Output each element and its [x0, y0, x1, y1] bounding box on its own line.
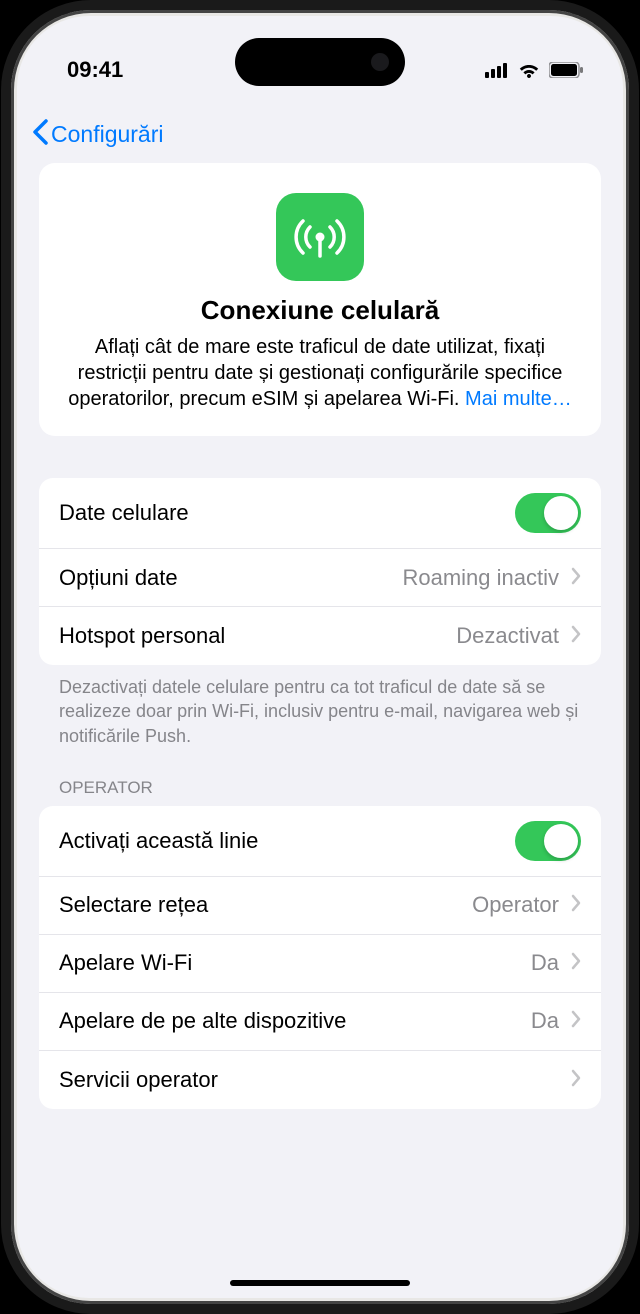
- wifi-icon: [517, 61, 541, 79]
- group1-footer: Dezactivați datele celulare pentru ca to…: [39, 665, 601, 778]
- chevron-right-icon: [571, 892, 581, 918]
- camera-dot: [371, 53, 389, 71]
- hotspot-label: Hotspot personal: [59, 623, 456, 649]
- screen: 09:41 Configurări: [17, 16, 623, 1298]
- carrier-services-label: Servicii operator: [59, 1067, 559, 1093]
- chevron-right-icon: [571, 950, 581, 976]
- cellular-signal-icon: [485, 62, 509, 78]
- status-icons: [485, 61, 583, 79]
- wifi-calling-row[interactable]: Apelare Wi-Fi Da: [39, 935, 601, 993]
- toggle-knob: [544, 824, 578, 858]
- content-area: Configurări Conexi: [17, 16, 623, 1298]
- hero-title: Conexiune celulară: [63, 295, 577, 326]
- cellular-data-toggle[interactable]: [515, 493, 581, 533]
- settings-group-operator: Activați această linie Selectare rețea O…: [39, 806, 601, 1109]
- home-indicator[interactable]: [230, 1280, 410, 1286]
- network-selection-label: Selectare rețea: [59, 892, 472, 918]
- hotspot-value: Dezactivat: [456, 623, 559, 649]
- chevron-right-icon: [571, 623, 581, 649]
- wifi-calling-value: Da: [531, 950, 559, 976]
- other-devices-value: Da: [531, 1008, 559, 1034]
- back-label: Configurări: [51, 121, 164, 148]
- carrier-services-row[interactable]: Servicii operator: [39, 1051, 601, 1109]
- battery-icon: [549, 62, 583, 78]
- chevron-right-icon: [571, 1008, 581, 1034]
- chevron-right-icon: [571, 1067, 581, 1093]
- other-devices-label: Apelare de pe alte dispozitive: [59, 1008, 531, 1034]
- toggle-knob: [544, 496, 578, 530]
- learn-more-link[interactable]: Mai multe…: [465, 388, 572, 410]
- hotspot-row[interactable]: Hotspot personal Dezactivat: [39, 607, 601, 665]
- activate-line-row[interactable]: Activați această linie: [39, 806, 601, 877]
- operator-section-header: OPERATOR: [39, 778, 601, 806]
- cellular-data-label: Date celulare: [59, 500, 515, 526]
- navigation-bar: Configurări: [17, 110, 623, 163]
- other-devices-row[interactable]: Apelare de pe alte dispozitive Da: [39, 993, 601, 1051]
- data-options-label: Opțiuni date: [59, 565, 402, 591]
- data-options-row[interactable]: Opțiuni date Roaming inactiv: [39, 549, 601, 607]
- wifi-calling-label: Apelare Wi-Fi: [59, 950, 531, 976]
- status-time: 09:41: [67, 57, 123, 83]
- cellular-icon: [276, 193, 364, 281]
- hero-description: Aflați cât de mare este traficul de date…: [63, 334, 577, 412]
- hero-card: Conexiune celulară Aflați cât de mare es…: [39, 163, 601, 436]
- chevron-right-icon: [571, 565, 581, 591]
- activate-line-toggle[interactable]: [515, 821, 581, 861]
- network-selection-row[interactable]: Selectare rețea Operator: [39, 877, 601, 935]
- phone-frame: 09:41 Configurări: [1, 0, 639, 1314]
- activate-line-label: Activați această linie: [59, 828, 515, 854]
- chevron-left-icon: [31, 118, 49, 151]
- scroll-area[interactable]: Conexiune celulară Aflați cât de mare es…: [17, 163, 623, 1109]
- settings-group-data: Date celulare Opțiuni date Roaming inact…: [39, 478, 601, 665]
- dynamic-island: [235, 38, 405, 86]
- network-selection-value: Operator: [472, 892, 559, 918]
- data-options-value: Roaming inactiv: [402, 565, 559, 591]
- cellular-data-row[interactable]: Date celulare: [39, 478, 601, 549]
- back-button[interactable]: Configurări: [31, 118, 164, 151]
